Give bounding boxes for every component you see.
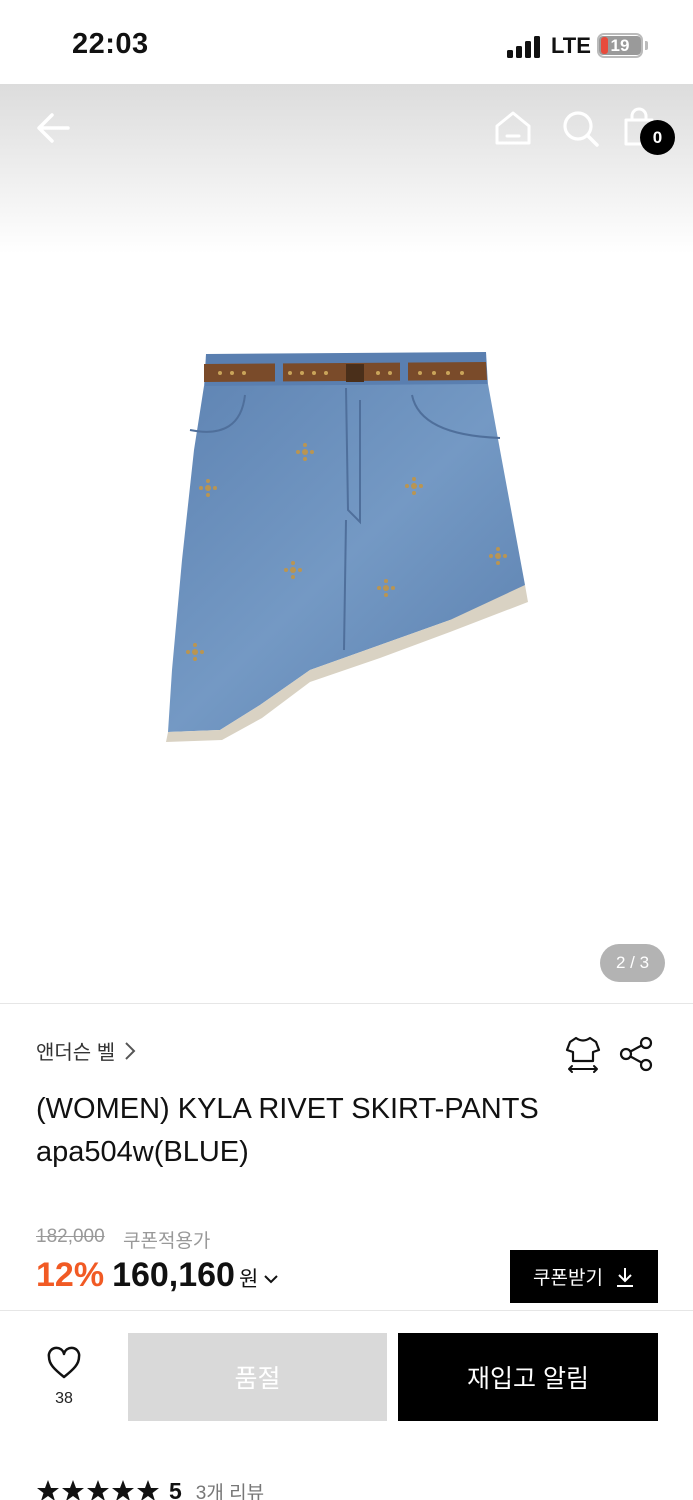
price-row[interactable]: 12% 160,160 원: [36, 1256, 280, 1295]
signal-strength-icon: [507, 36, 543, 58]
size-guide-button[interactable]: [563, 1034, 603, 1074]
section-divider: [0, 1003, 693, 1004]
product-title: (WOMEN) KYLA RIVET SKIRT-PANTS apa504w(B…: [36, 1088, 636, 1174]
share-button[interactable]: [617, 1034, 657, 1074]
soldout-button[interactable]: 품절: [128, 1333, 387, 1421]
shirt-size-icon: [565, 1036, 601, 1073]
network-type: LTE: [551, 33, 591, 58]
battery-fill: [601, 37, 608, 54]
battery-icon: 19: [597, 33, 643, 58]
search-icon: [563, 111, 599, 147]
gallery-page-indicator: 2 / 3: [600, 944, 665, 982]
discount-rate: 12%: [36, 1256, 105, 1294]
star-icon: [87, 1480, 109, 1500]
review-count: 3개 리뷰: [195, 1482, 265, 1500]
back-button[interactable]: [32, 106, 76, 150]
star-rating: [36, 1479, 161, 1500]
search-button[interactable]: [558, 106, 602, 150]
download-icon: [616, 1267, 633, 1287]
home-icon: [495, 111, 531, 145]
restock-alert-button[interactable]: 재입고 알림: [398, 1333, 658, 1421]
review-summary[interactable]: 5 3개 리뷰: [36, 1476, 264, 1500]
product-title-line1: (WOMEN) KYLA RIVET SKIRT-PANTS: [36, 1093, 539, 1125]
currency-unit: 원: [238, 1268, 259, 1291]
coupon-price-note: 쿠폰적용가: [123, 1231, 211, 1252]
star-icon: [62, 1480, 84, 1500]
original-price: 182,000: [36, 1226, 105, 1247]
home-button[interactable]: [491, 106, 535, 150]
star-icon: [37, 1480, 59, 1500]
share-icon: [619, 1036, 653, 1072]
sale-price: 160,160: [112, 1256, 235, 1294]
chevron-down-icon: [264, 1275, 279, 1284]
star-icon: [112, 1480, 134, 1500]
product-image: [166, 352, 528, 742]
product-title-line2: apa504w(BLUE): [36, 1136, 249, 1168]
status-bar: 22:03 LTE 19: [0, 0, 693, 84]
heart-icon: [47, 1346, 81, 1379]
battery-nub: [645, 41, 648, 50]
brand-link[interactable]: 앤더슨 벨: [36, 1036, 137, 1065]
get-coupon-label: 쿠폰받기: [533, 1268, 603, 1289]
arrow-left-icon: [37, 113, 70, 143]
chevron-right-icon: [125, 1041, 136, 1060]
rating-value: 5: [169, 1477, 182, 1500]
get-coupon-button[interactable]: 쿠폰받기: [510, 1250, 658, 1303]
status-time: 22:03: [72, 28, 149, 60]
cart-count-badge: 0: [640, 120, 675, 155]
star-icon: [137, 1480, 159, 1500]
like-count: 38: [55, 1390, 73, 1407]
brand-name: 앤더슨 벨: [36, 1042, 116, 1064]
